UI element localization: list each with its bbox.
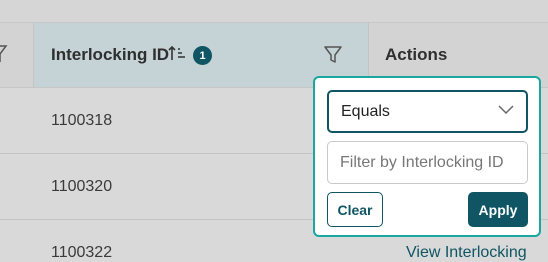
chevron-down-icon (498, 105, 514, 115)
column-header-actions: Actions (385, 45, 448, 64)
filter-value-input[interactable] (327, 141, 528, 184)
apply-button[interactable]: Apply (468, 192, 528, 227)
cell-interlocking-id: 1100318 (51, 112, 113, 129)
clear-button[interactable]: Clear (327, 192, 383, 227)
table-top-strip (0, 0, 548, 22)
filter-popup: Equals Clear Apply (313, 76, 541, 237)
filter-funnel-icon[interactable] (0, 45, 8, 63)
sort-ascending-icon[interactable] (168, 45, 186, 61)
operator-select[interactable]: Equals (327, 90, 528, 133)
filter-funnel-icon[interactable] (323, 45, 343, 65)
column-header-interlocking-id[interactable]: Interlocking ID (51, 45, 169, 65)
cell-interlocking-id: 1100322 (51, 244, 113, 261)
view-interlocking-link[interactable]: View Interlocking (406, 244, 527, 262)
cell-interlocking-id: 1100320 (51, 178, 113, 195)
operator-selected-value: Equals (341, 103, 390, 120)
filter-count-badge: 1 (193, 46, 212, 65)
